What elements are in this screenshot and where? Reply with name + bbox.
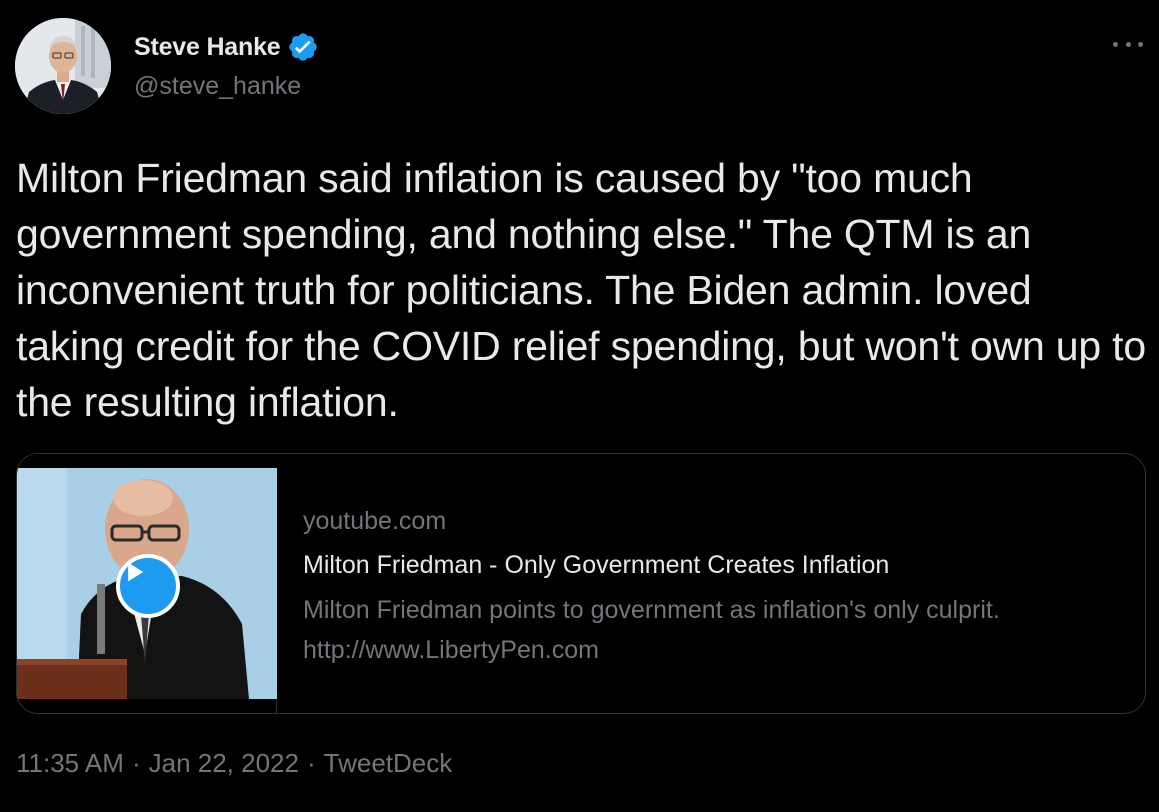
separator: · xyxy=(131,748,141,778)
play-button[interactable] xyxy=(116,554,180,618)
profile-photo-icon xyxy=(15,18,111,114)
tweet-date[interactable]: Jan 22, 2022 xyxy=(149,748,299,779)
link-card[interactable]: youtube.com Milton Friedman - Only Gover… xyxy=(16,453,1146,714)
author-handle[interactable]: @steve_hanke xyxy=(134,72,301,101)
card-domain: youtube.com xyxy=(303,507,447,535)
tweet-time[interactable]: 11:35 AM xyxy=(16,748,124,779)
card-description: Milton Friedman points to government as … xyxy=(303,596,1000,664)
separator: · xyxy=(306,748,316,778)
avatar[interactable] xyxy=(15,18,111,114)
tweet-source[interactable]: TweetDeck xyxy=(324,748,453,779)
author-name[interactable]: Steve Hanke xyxy=(134,33,281,62)
card-body[interactable]: youtube.com Milton Friedman - Only Gover… xyxy=(277,454,1145,713)
more-options-button[interactable] xyxy=(1113,34,1143,54)
more-horizontal-icon xyxy=(1125,41,1131,47)
verified-badge-icon xyxy=(287,31,319,63)
tweet-text: Milton Friedman said inflation is caused… xyxy=(16,155,1146,425)
tweet-meta: 11:35 AM · Jan 22, 2022 · TweetDeck xyxy=(16,748,452,779)
tweet[interactable]: Steve Hanke @steve_hanke Milton Friedman… xyxy=(0,0,1159,812)
more-horizontal-icon xyxy=(1138,41,1143,47)
video-thumbnail[interactable] xyxy=(17,454,277,713)
card-title[interactable]: Milton Friedman - Only Government Create… xyxy=(303,548,1145,582)
more-horizontal-icon xyxy=(1113,41,1118,47)
author-name-row[interactable]: Steve Hanke xyxy=(134,30,319,64)
play-icon xyxy=(128,562,144,582)
